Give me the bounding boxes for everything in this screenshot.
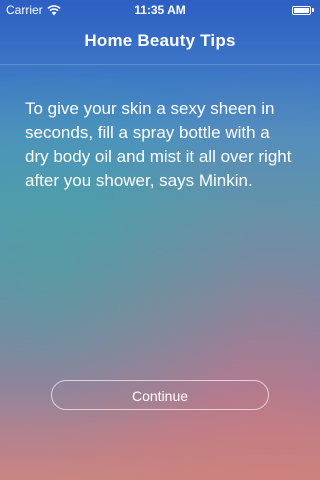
- app-screen: Carrier 11:35 AM Home Beauty Tips To giv…: [0, 0, 320, 480]
- battery-icon: [292, 5, 314, 15]
- tip-text: To give your skin a sexy sheen in second…: [25, 99, 292, 190]
- status-time: 11:35 AM: [134, 3, 186, 17]
- continue-button[interactable]: Continue: [51, 380, 269, 410]
- status-bar: Carrier 11:35 AM: [0, 0, 320, 20]
- page-title: Home Beauty Tips: [84, 31, 236, 50]
- navigation-bar: Home Beauty Tips: [0, 20, 320, 65]
